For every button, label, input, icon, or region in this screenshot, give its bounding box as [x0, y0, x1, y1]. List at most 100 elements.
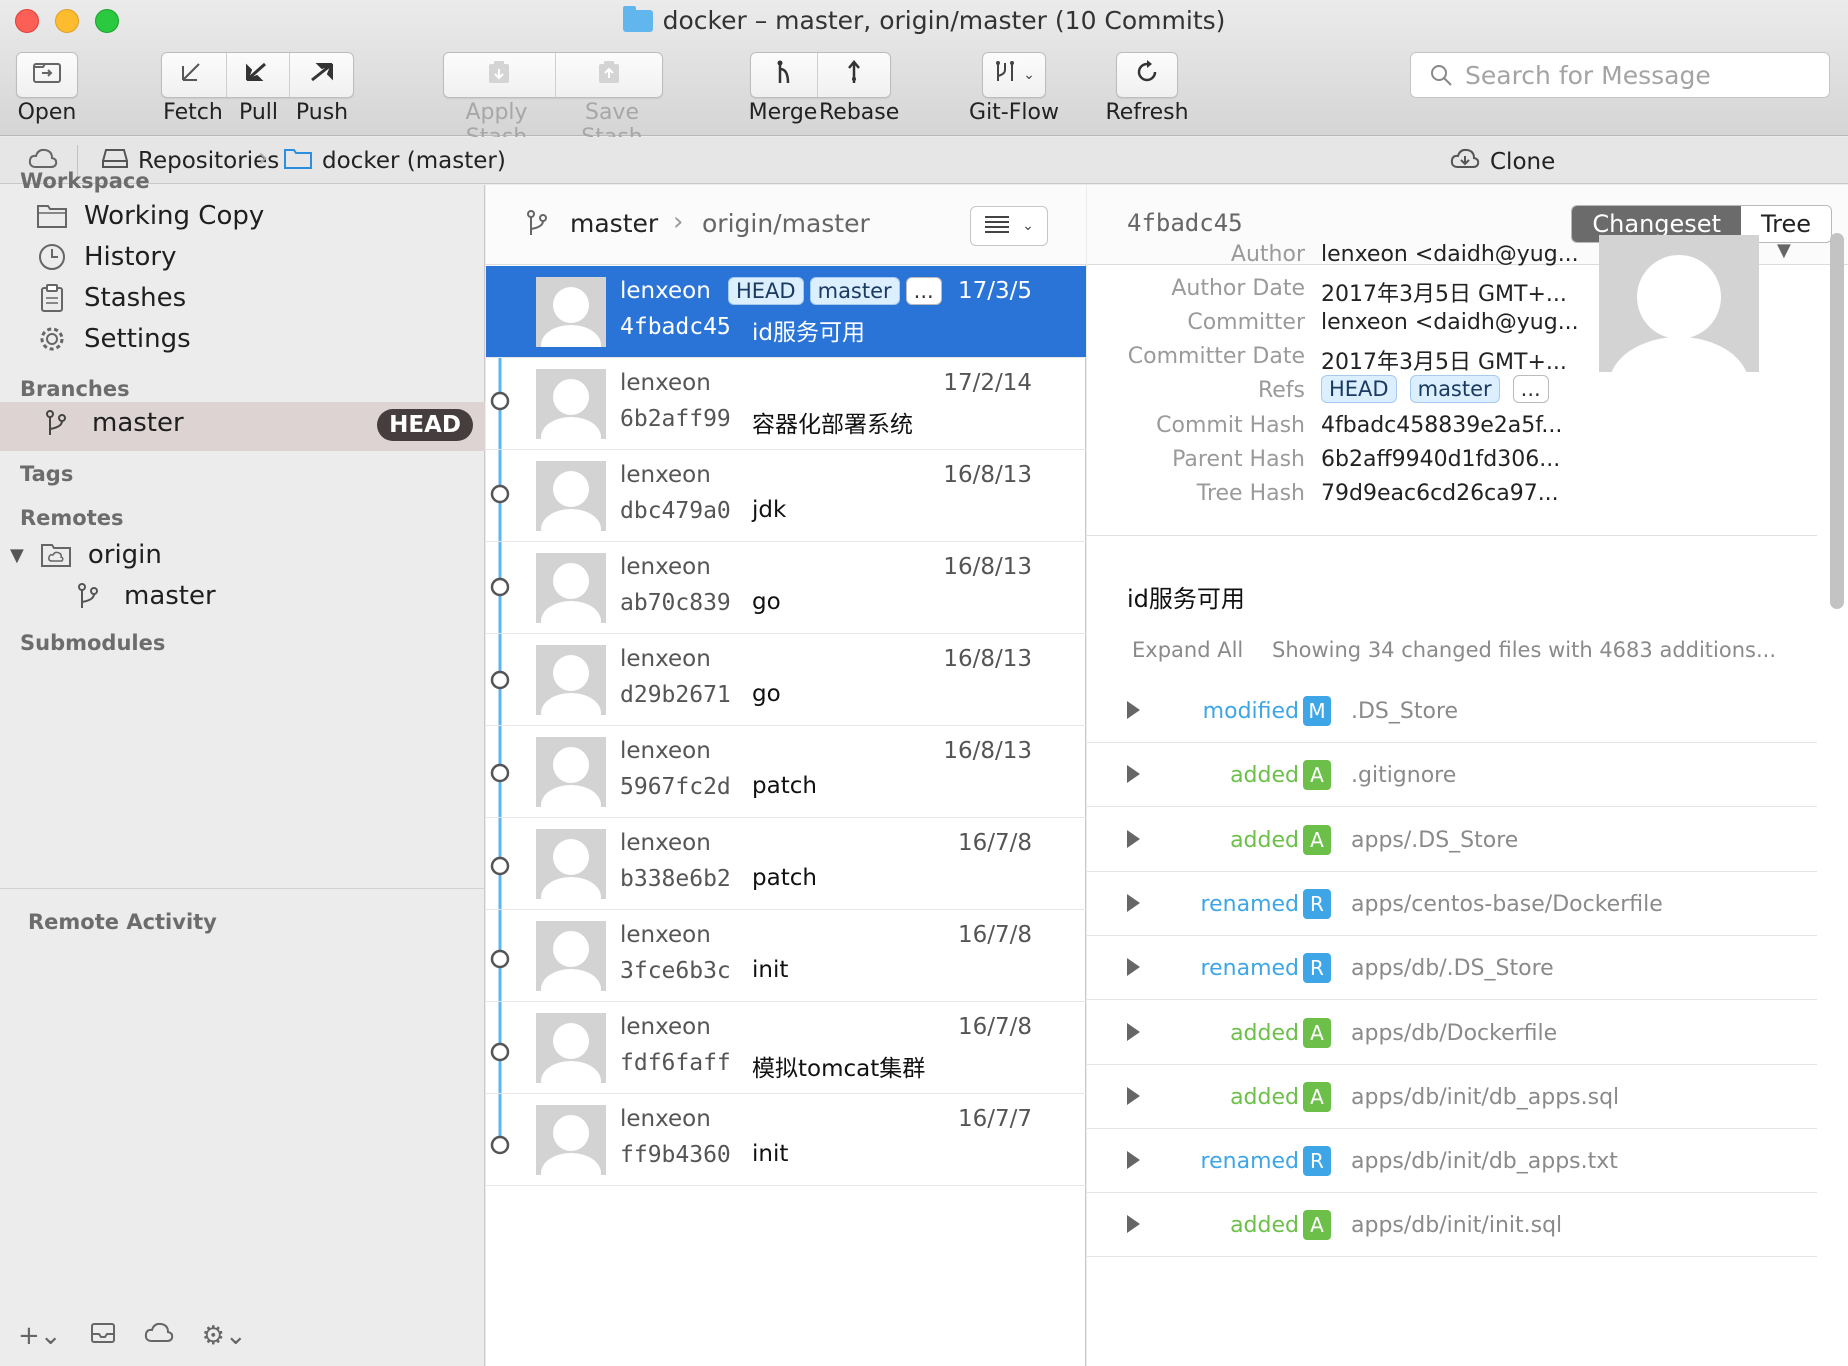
file-path: apps/.DS_Store [1351, 827, 1519, 853]
disclosure-triangle-icon[interactable] [1127, 829, 1140, 848]
commit-message: 容器化部署系统 [752, 412, 913, 438]
changed-file-row[interactable]: renamed Rapps/db/.DS_Store [1087, 936, 1817, 1001]
commit-ref-tag[interactable]: master [809, 277, 900, 305]
sidebar-item-working-copy[interactable]: Working Copy [36, 201, 264, 231]
sidebar-item-label: Settings [84, 324, 191, 354]
file-path: apps/centos-base/Dockerfile [1351, 891, 1663, 917]
file-status-badge: M [1303, 696, 1331, 726]
rebase-label: Rebase [819, 100, 900, 125]
breadcrumb-repo[interactable]: docker (master) [284, 147, 506, 175]
disclosure-triangle-icon[interactable] [1127, 958, 1140, 977]
inbox-icon[interactable] [90, 1321, 116, 1352]
commit-date: 16/8/13 [943, 646, 1032, 672]
open-button[interactable] [16, 52, 78, 98]
search-input[interactable]: Search for Message [1410, 52, 1830, 98]
changed-file-row[interactable]: added Aapps/db/Dockerfile [1087, 1001, 1817, 1065]
scrollbar[interactable] [1830, 233, 1844, 609]
tags-header[interactable]: Tags [20, 462, 73, 486]
remote-branch-label: master [124, 581, 216, 611]
disclosure-triangle-icon[interactable] [1127, 765, 1140, 784]
branch-bar: master › origin/master ⌄ [486, 185, 1086, 265]
sidebar-item-settings[interactable]: Settings [36, 324, 191, 354]
commit-row[interactable]: lenxeon HEAD master... 17/3/5 4fbadc45 id服务可用 [486, 266, 1086, 358]
meta-value-committer: lenxeon <daidh@yug... [1321, 310, 1579, 335]
avatar [536, 277, 606, 347]
save-stash-button[interactable] [556, 53, 662, 97]
view-options-button[interactable]: ⌄ [970, 206, 1048, 246]
commit-ref-tag[interactable]: HEAD [728, 277, 804, 305]
commit-row[interactable]: lenxeon 16/8/13 dbc479a0 jdk [486, 450, 1086, 542]
ref-head[interactable]: HEAD [1321, 375, 1397, 403]
commit-message: jdk [752, 497, 787, 523]
commit-row[interactable]: lenxeon 16/7/7 ff9b4360 init [486, 1094, 1086, 1186]
commit-message: patch [752, 865, 817, 891]
gear-menu-icon[interactable]: ⚙⌄ [202, 1321, 247, 1352]
commit-ref-tag[interactable]: ... [905, 277, 942, 305]
rebase-button[interactable] [818, 53, 890, 97]
commit-author: lenxeon [620, 830, 711, 856]
commit-row[interactable]: lenxeon 16/8/13 ab70c839 go [486, 542, 1086, 634]
commit-author: lenxeon [620, 1014, 711, 1040]
author-avatar [1599, 235, 1759, 372]
remotes-header[interactable]: Remotes [20, 506, 124, 530]
sidebar-item-history[interactable]: History [36, 242, 177, 272]
add-icon[interactable]: +⌄ [18, 1321, 62, 1352]
commit-row[interactable]: lenxeon 16/8/13 5967fc2d patch [486, 726, 1086, 818]
disclosure-triangle-icon[interactable]: ▼ [10, 545, 24, 566]
changed-file-row[interactable]: added Aapps/db/init/db_apps.sql [1087, 1065, 1817, 1129]
commit-row[interactable]: lenxeon 16/8/13 d29b2671 go [486, 634, 1086, 726]
sidebar-item-remote-origin[interactable]: ▼ origin [10, 540, 162, 570]
chevron-down-icon: ⌄ [1022, 218, 1034, 234]
current-branch[interactable]: master [570, 209, 658, 238]
commit-date: 17/2/14 [943, 370, 1032, 396]
file-status: modified [1202, 699, 1299, 724]
disclosure-triangle-icon[interactable] [1127, 1151, 1140, 1170]
commit-date: 16/8/13 [943, 738, 1032, 764]
disclosure-triangle-icon[interactable] [1127, 701, 1140, 719]
expand-all-button[interactable]: Expand All [1132, 638, 1243, 662]
gitflow-button[interactable]: ⌄ [982, 52, 1046, 98]
breadcrumb-chevron-icon: › [258, 143, 269, 173]
refresh-label: Refresh [1105, 100, 1189, 125]
commit-date: 16/7/7 [957, 1106, 1032, 1132]
save-stash-icon [597, 59, 621, 92]
disclosure-triangle-icon[interactable] [1127, 1086, 1140, 1105]
changed-file-row[interactable]: renamed Rapps/db/init/db_apps.txt [1087, 1129, 1817, 1194]
meta-value-parent-hash[interactable]: 6b2aff9940d1fd306... [1321, 447, 1560, 472]
changed-file-row[interactable]: added Aapps/db/init/init.sql [1087, 1193, 1817, 1258]
commit-row[interactable]: lenxeon 17/2/14 6b2aff99 容器化部署系统 [486, 358, 1086, 450]
sidebar-item-branch-master[interactable]: master HEAD [0, 402, 485, 451]
pull-button[interactable] [227, 53, 290, 97]
disclosure-triangle-icon[interactable] [1127, 1215, 1140, 1234]
merge-button[interactable] [751, 53, 819, 97]
meta-label-committer-date: Committer Date [1127, 344, 1305, 369]
merge-rebase-group [750, 52, 891, 98]
changed-file-row[interactable]: added Aapps/.DS_Store [1087, 808, 1817, 872]
disclosure-triangle-icon[interactable]: ▼ [1777, 240, 1791, 261]
apply-stash-button[interactable] [444, 53, 556, 97]
disclosure-triangle-icon[interactable] [1127, 1022, 1140, 1041]
cloud-icon[interactable] [144, 1321, 174, 1352]
fetch-button[interactable] [162, 53, 228, 97]
changed-file-row[interactable]: added A .gitignore [1087, 743, 1817, 808]
submodules-header[interactable]: Submodules [20, 631, 165, 655]
ref-master[interactable]: master [1409, 375, 1500, 403]
meta-label-commit-hash: Commit Hash [1156, 413, 1305, 438]
sidebar-item-remote-branch-master[interactable]: master [76, 581, 216, 611]
disclosure-triangle-icon[interactable] [1127, 893, 1140, 912]
sidebar-item-stashes[interactable]: Stashes [36, 283, 186, 313]
push-button[interactable] [290, 53, 353, 97]
changed-file-row[interactable]: renamed Rapps/centos-base/Dockerfile [1087, 872, 1817, 936]
clone-button[interactable]: Clone [1450, 147, 1555, 177]
upstream-branch[interactable]: origin/master [702, 209, 870, 238]
refresh-button[interactable] [1116, 52, 1178, 98]
commit-date: 16/8/13 [943, 554, 1032, 580]
branch-label: master [92, 408, 184, 438]
commit-row[interactable]: lenxeon 16/7/8 b338e6b2 patch [486, 818, 1086, 910]
changed-file-row[interactable]: modified M .DS_Store [1087, 679, 1817, 743]
commit-row[interactable]: lenxeon 16/7/8 3fce6b3c init [486, 910, 1086, 1002]
search-placeholder: Search for Message [1465, 60, 1711, 90]
commit-row[interactable]: lenxeon 16/7/8 fdf6faff 模拟tomcat集群 [486, 1002, 1086, 1094]
commit-message: id服务可用 [752, 320, 865, 346]
ref-more[interactable]: ... [1512, 375, 1549, 403]
